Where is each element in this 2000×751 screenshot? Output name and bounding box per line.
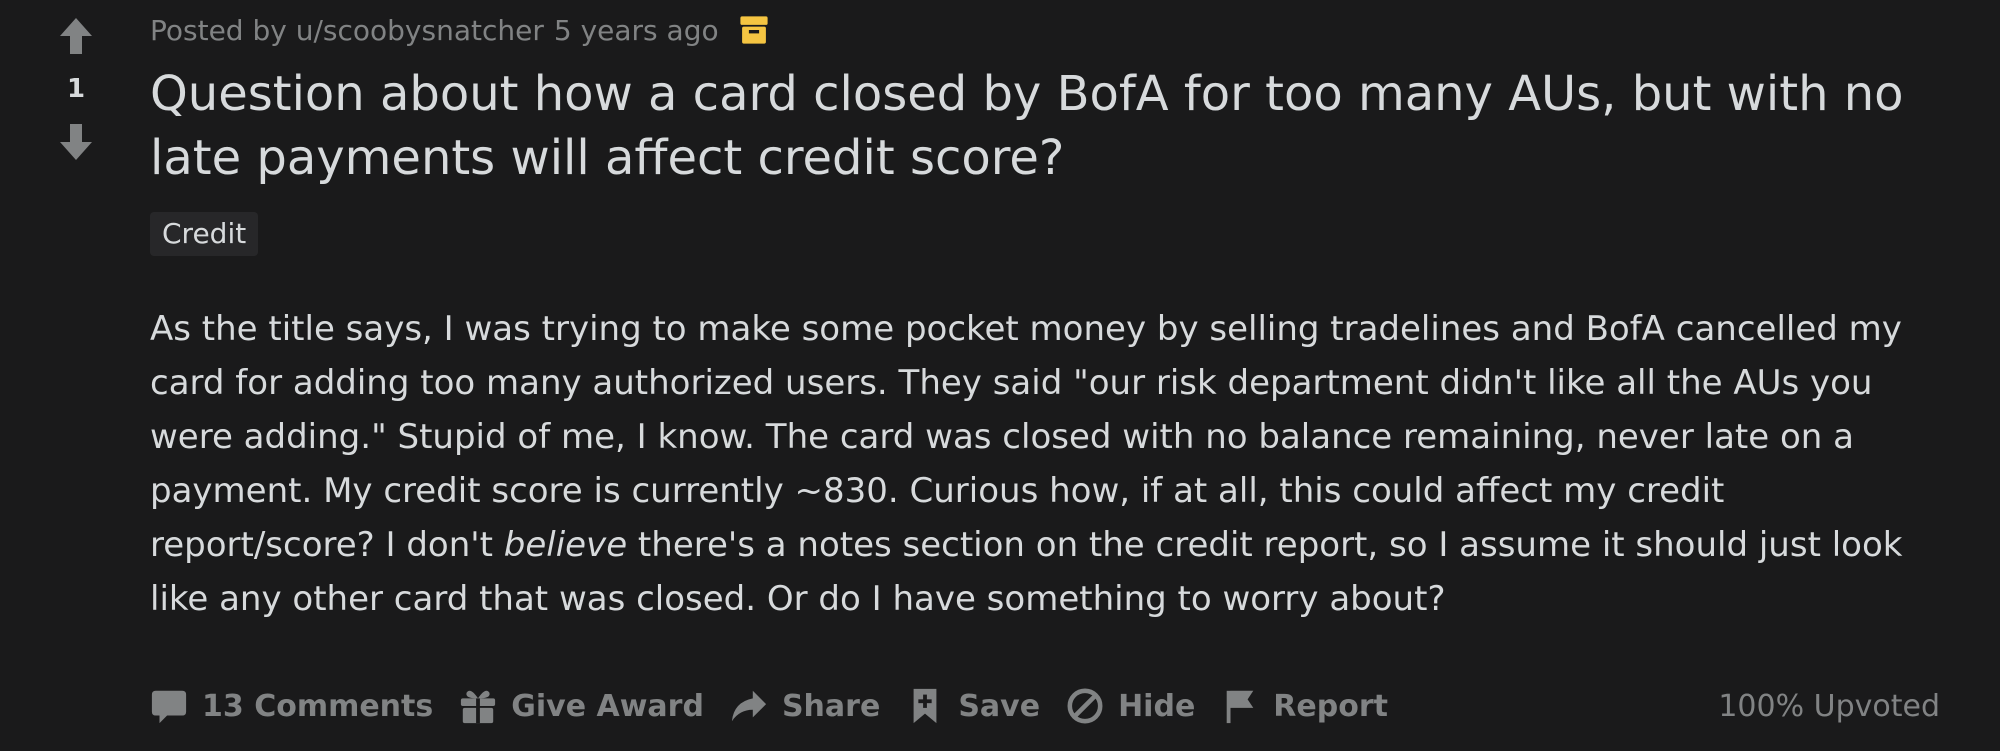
share-arrow-icon [731,690,767,722]
downvote-arrow-icon [60,124,92,160]
flag-icon [1226,690,1254,724]
give-award-label: Give Award [511,688,704,724]
comments-label: 13 Comments [202,688,434,724]
save-label: Save [958,688,1041,724]
post-age[interactable]: 5 years ago [554,14,719,47]
post-body-emphasis: believe [503,525,628,565]
upvote-ratio: 100% Upvoted [1718,688,1940,724]
gift-icon [461,690,496,724]
vote-column: 1 [40,12,112,166]
vote-count: 1 [66,74,86,104]
save-button[interactable]: Save [906,687,1040,725]
post-actions-bar: 13 Comments Give Award Share Save Hide R… [150,680,1940,732]
posted-by[interactable]: Posted by u/scoobysnatcher [150,14,544,47]
post-body: As the title says, I was trying to make … [150,302,1940,626]
downvote-button[interactable] [52,118,100,166]
report-button[interactable]: Report [1221,687,1388,725]
give-award-button[interactable]: Give Award [459,687,704,725]
share-button[interactable]: Share [730,687,880,725]
post-content: Posted by u/scoobysnatcher 5 years ago Q… [150,0,1950,626]
upvote-arrow-icon [60,18,92,54]
post-title[interactable]: Question about how a card closed by BofA… [150,62,1950,190]
hide-button[interactable]: Hide [1066,687,1195,725]
hide-label: Hide [1118,688,1196,724]
report-label: Report [1273,688,1388,724]
archive-box-icon [737,13,771,47]
upvote-button[interactable] [52,12,100,60]
post-flair[interactable]: Credit [150,212,259,256]
comments-button[interactable]: 13 Comments [150,687,433,725]
comment-bubble-icon [151,690,187,724]
share-label: Share [781,688,881,724]
hide-circle-slash-icon [1067,688,1103,724]
bookmark-icon [913,688,937,724]
post-card: 1 Posted by u/scoobysnatcher 5 years ago… [0,0,2000,751]
post-meta: Posted by u/scoobysnatcher 5 years ago [150,0,1950,60]
